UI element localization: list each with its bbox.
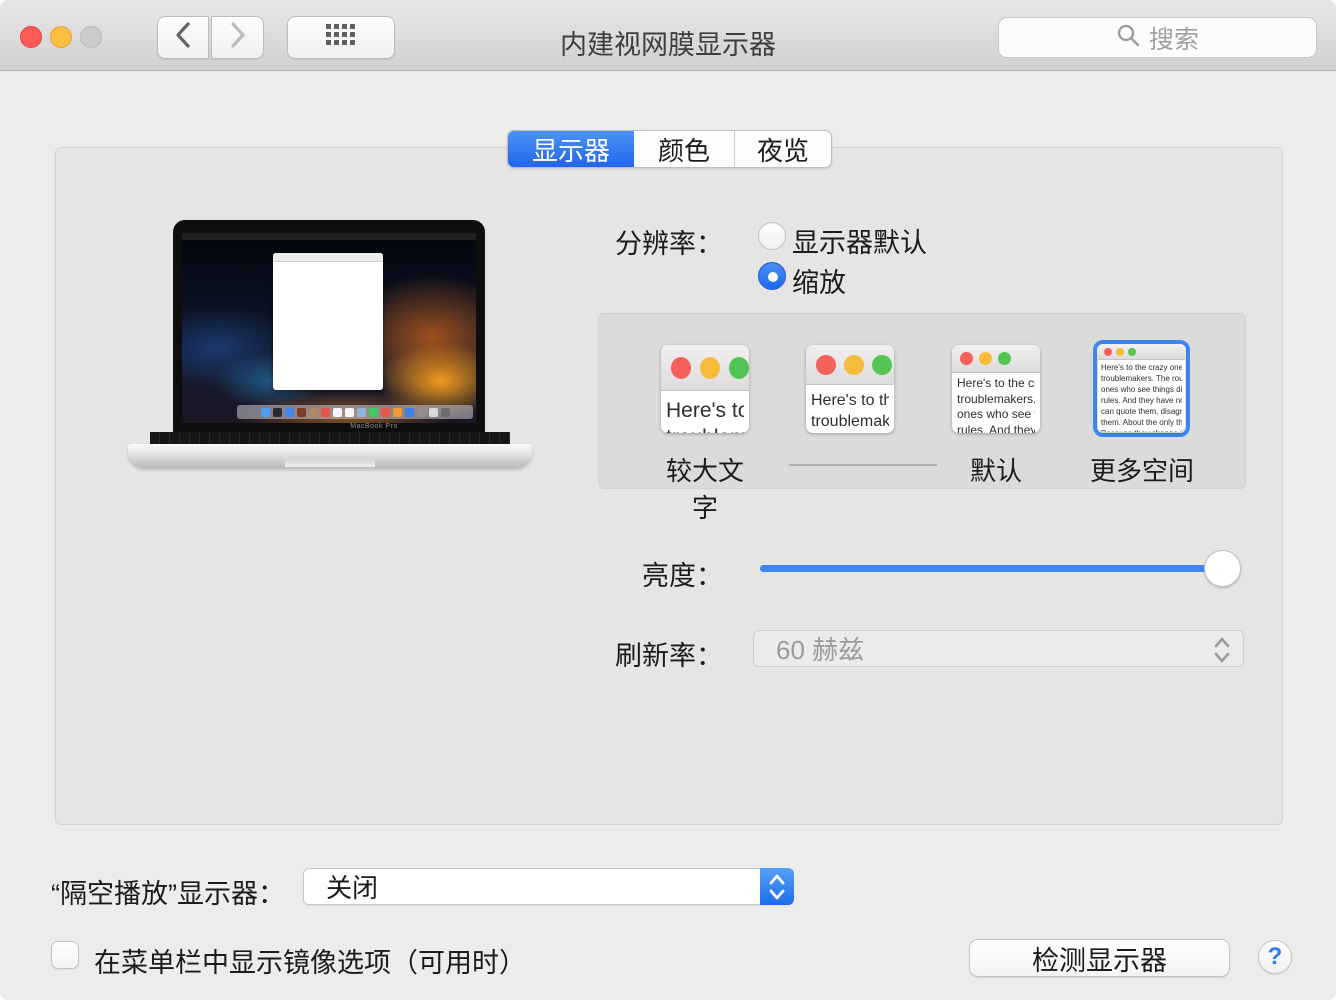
help-button[interactable]: ? [1258,940,1292,974]
thumbnail-traffic-lights [1098,345,1185,360]
scaling-label-larger-text: 较大文字 [656,451,754,525]
macbook-textedit-window [273,253,383,390]
brightness-slider[interactable] [760,565,1238,572]
thumbnail-text: Here's to ttroublema [661,391,749,433]
thumbnail-text: Here's to the crazy onetroublemakers. Th… [1098,360,1185,432]
dock-icons [237,405,473,419]
tab-display[interactable]: 显示器 [508,131,634,167]
chevron-up-down-icon [768,873,786,901]
macbook-menubar [182,233,476,240]
tab-night-shift[interactable]: 夜览 [734,131,831,167]
resolution-label: 分辨率： [520,222,723,261]
mirroring-checkbox-label[interactable]: 在菜单栏中显示镜像选项（可用时） [94,941,526,980]
scaling-label-default: 默认 [947,451,1045,488]
macbook-base [128,444,532,468]
macbook-illustration: MacBook Pro [128,220,532,472]
airplay-display-label: “隔空播放”显示器： [51,872,285,911]
macbook-textedit-body [280,268,376,384]
brightness-slider-fill [760,565,1238,572]
tab-bar: 显示器 颜色 夜览 [507,130,832,168]
tab-color[interactable]: 颜色 [634,131,734,167]
refresh-rate-value: 60 赫兹 [754,630,864,667]
scaling-option-default[interactable]: Here's to the crtroublemakers.ones who s… [952,345,1040,433]
search-icon [1116,23,1140,52]
airplay-display-dropdown[interactable]: 关闭 [303,868,794,905]
title-bar: 内建视网膜显示器 搜索 [0,0,1336,71]
scaling-divider-line [789,464,937,466]
radio-display-default[interactable] [758,222,786,250]
brightness-slider-thumb[interactable] [1204,550,1241,587]
displays-preferences-window: 内建视网膜显示器 搜索 显示器 颜色 夜览 MacBook Pro [0,0,1336,1000]
search-input[interactable]: 搜索 [998,17,1317,58]
mirroring-checkbox[interactable] [51,941,79,969]
macbook-textedit-titlebar [273,253,383,262]
radio-scaled-label[interactable]: 缩放 [792,261,846,300]
brightness-label: 亮度： [520,554,723,593]
macbook-lid-notch [285,458,375,467]
scaling-thumbnail-window: Here's to the crtroublemakers.ones who s… [952,345,1040,433]
macbook-model-label: MacBook Pro [218,423,530,430]
scaling-thumbnail-window: Here's to ttroublema [661,345,749,433]
scaling-thumbnail-window: Here's to thtroublemakones who s [806,345,894,433]
scaling-label-more-space: 更多空间 [1077,451,1207,488]
thumbnail-traffic-lights [806,345,894,385]
thumbnail-text: Here's to thtroublemakones who s [806,385,894,433]
airplay-display-value: 关闭 [304,868,378,905]
scaling-option-larger-text[interactable]: Here's to ttroublema [661,345,749,433]
refresh-rate-label: 刷新率： [520,634,723,673]
search-placeholder: 搜索 [1149,20,1199,56]
scaling-options-panel: Here's to ttroublema Here's to thtrouble… [598,313,1246,489]
scaling-thumbnail-window: Here's to the crazy onetroublemakers. Th… [1098,345,1185,432]
question-mark-icon: ? [1268,943,1283,971]
detect-displays-button[interactable]: 检测显示器 [969,939,1230,977]
macbook-wallpaper [182,233,476,423]
thumbnail-traffic-lights [952,345,1040,373]
radio-display-default-label[interactable]: 显示器默认 [792,221,927,260]
scaling-option-more-space-selected[interactable]: Here's to the crazy onetroublemakers. Th… [1093,340,1190,437]
refresh-rate-dropdown[interactable]: 60 赫兹 [753,630,1244,667]
chevron-up-down-icon [1213,636,1231,671]
thumbnail-traffic-lights [661,345,749,391]
dropdown-stepper[interactable] [760,868,794,905]
radio-scaled[interactable] [758,262,786,290]
scaling-option-2[interactable]: Here's to thtroublemakones who s [806,345,894,433]
thumbnail-text: Here's to the crtroublemakers.ones who s… [952,373,1040,433]
macbook-screen: MacBook Pro [173,220,485,433]
